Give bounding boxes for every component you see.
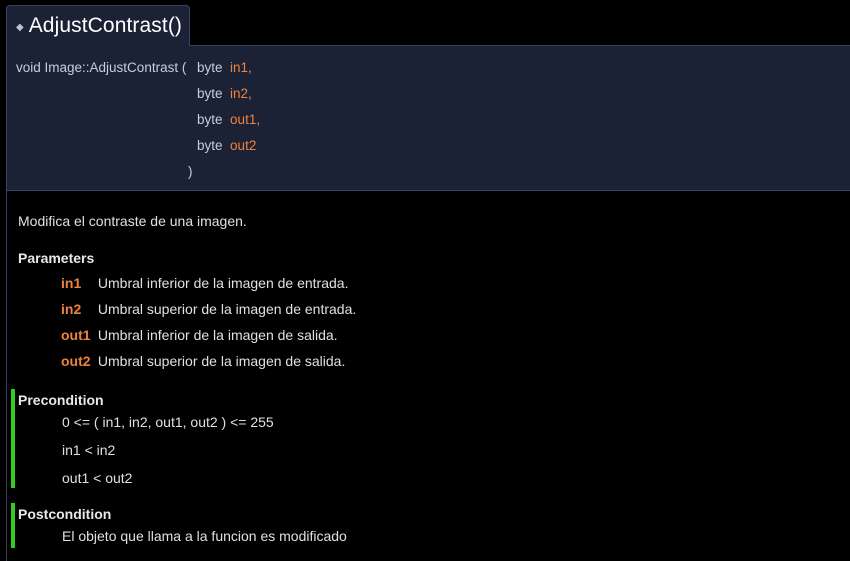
diamond-bullet-icon: ◆ [16, 21, 24, 33]
param-list-name: out2 [61, 353, 91, 369]
postcondition-heading: Postcondition [18, 506, 112, 522]
param-list-desc: Umbral inferior de la imagen de entrada. [97, 275, 349, 291]
param-list-desc: Umbral superior de la imagen de entrada. [97, 301, 357, 317]
param-name: out2 [230, 138, 257, 153]
param-type: byte [197, 112, 223, 127]
precondition-item: out1 < out2 [62, 470, 133, 486]
param-list-desc: Umbral inferior de la imagen de salida. [97, 327, 338, 343]
brief-description: Modifica el contraste de una imagen. [18, 213, 247, 229]
param-list-name: in2 [61, 301, 82, 317]
prototype-close-row: ) [188, 162, 193, 182]
param-list-item: in1 Umbral inferior de la imagen de entr… [61, 273, 348, 293]
param-list-item: in2 Umbral superior de la imagen de entr… [61, 299, 356, 319]
closing-paren: ) [188, 164, 193, 179]
postcondition-block: Postcondition El objeto que llama a la f… [11, 503, 850, 548]
member-documentation: Modifica el contraste de una imagen. Par… [6, 191, 850, 561]
param-type: byte [197, 60, 223, 75]
param-list-item: out1 Umbral inferior de la imagen de sal… [61, 325, 338, 345]
param-list-desc: Umbral superior de la imagen de salida. [97, 353, 346, 369]
prototype-param-row: byte in1, [197, 58, 252, 78]
prototype-param-row: byte out2 [197, 136, 256, 156]
function-declaration: void Image::AdjustContrast ( [16, 60, 187, 75]
param-type: byte [197, 86, 223, 101]
param-name: out1, [230, 112, 261, 127]
postcondition-item: El objeto que llama a la funcion es modi… [62, 528, 347, 544]
param-type: byte [197, 138, 223, 153]
param-list-name: out1 [61, 327, 91, 343]
parameters-heading: Parameters [18, 250, 95, 266]
param-list-name: in1 [61, 275, 82, 291]
member-title: AdjustContrast() [28, 14, 183, 37]
prototype-row: void Image::AdjustContrast ( [16, 58, 186, 78]
param-name: in1, [230, 60, 252, 75]
prototype-param-row: byte out1, [197, 110, 260, 130]
prototype-param-row: byte in2, [197, 84, 252, 104]
precondition-heading: Precondition [18, 392, 104, 408]
precondition-item: 0 <= ( in1, in2, out1, out2 ) <= 255 [62, 414, 274, 430]
param-list-item: out2 Umbral superior de la imagen de sal… [61, 351, 345, 371]
param-name: in2, [230, 86, 252, 101]
function-prototype: void Image::AdjustContrast ( byte in1, b… [6, 45, 850, 191]
precondition-block: Precondition 0 <= ( in1, in2, out1, out2… [11, 389, 850, 488]
precondition-item: in1 < in2 [62, 442, 116, 458]
member-title-tab: ◆ AdjustContrast() [6, 5, 190, 46]
